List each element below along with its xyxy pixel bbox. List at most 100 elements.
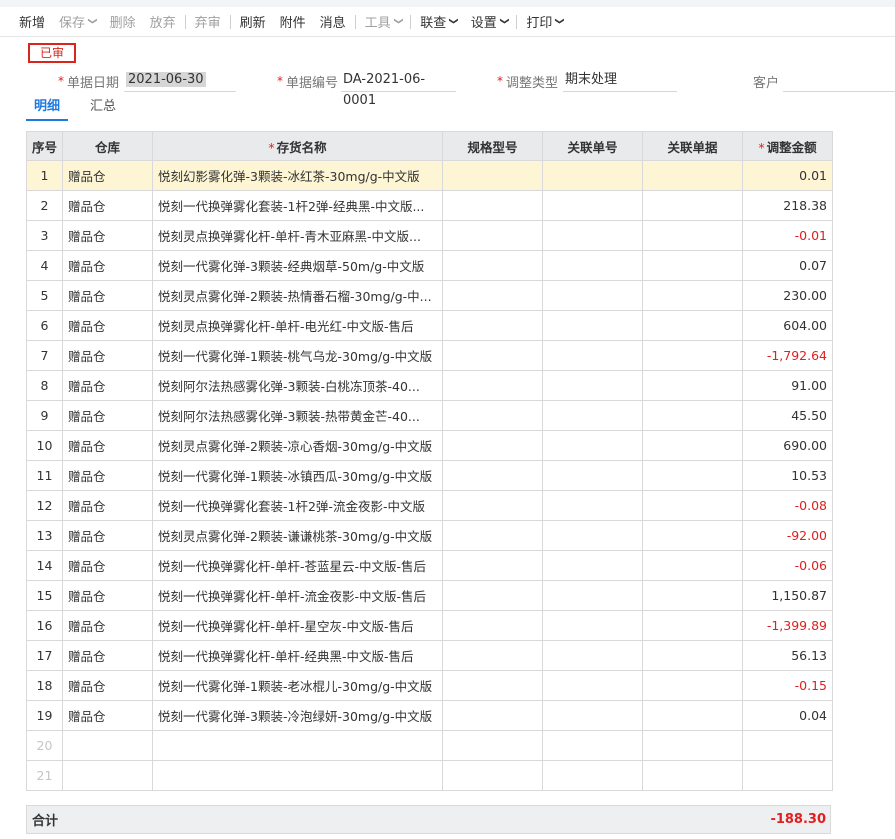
cell-amount[interactable]: -1,399.89 [742,610,834,641]
cell-ref_no[interactable] [542,490,644,521]
cell-ref_no[interactable] [542,400,644,431]
toolbar-button-7[interactable]: 消息 [313,7,353,37]
cell-warehouse[interactable]: 赠品仓 [62,580,154,611]
table-row[interactable]: 1 赠品仓 悦刻幻影雾化弹-3颗装-冰红茶-30mg/g-中文版 0.01 [25,160,834,191]
table-row[interactable]: 13 赠品仓 悦刻灵点雾化弹-2颗装-谦谦桃茶-30mg/g-中文版 -92.00 [25,520,834,551]
column-header[interactable]: * 调整金额 [742,131,834,161]
cell-warehouse[interactable]: 赠品仓 [62,430,154,461]
cell-seq[interactable]: 21 [25,760,64,791]
cell-ref_doc[interactable] [642,580,744,611]
cell-seq[interactable]: 2 [25,190,64,221]
cell-seq[interactable]: 18 [25,670,64,701]
cell-amount[interactable]: 0.01 [742,160,834,191]
cell-ref_no[interactable] [542,430,644,461]
toolbar-button-1[interactable]: 保存 ❯ [52,7,103,37]
cell-ref_doc[interactable] [642,370,744,401]
cell-seq[interactable]: 7 [25,340,64,371]
cell-spec[interactable] [442,490,544,521]
cell-seq[interactable]: 12 [25,490,64,521]
cell-amount[interactable]: 10.53 [742,460,834,491]
cell-amount[interactable]: 1,150.87 [742,580,834,611]
cell-item[interactable]: 悦刻灵点雾化弹-2颗装-热情番石榴-30mg/g-中... [152,280,444,311]
cell-item[interactable]: 悦刻一代换弹雾化套装-1杆2弹-经典黑-中文版... [152,190,444,221]
cell-spec[interactable] [442,670,544,701]
cell-item[interactable]: 悦刻一代换弹雾化套装-1杆2弹-流金夜影-中文版 [152,490,444,521]
cell-seq[interactable]: 1 [25,160,64,191]
cell-amount[interactable]: -0.06 [742,550,834,581]
cell-warehouse[interactable] [62,730,154,761]
cell-seq[interactable]: 8 [25,370,64,401]
cell-seq[interactable]: 6 [25,310,64,341]
tab-1[interactable]: 汇总 [82,97,124,121]
table-row[interactable]: 7 赠品仓 悦刻一代雾化弹-1颗装-桃气乌龙-30mg/g-中文版 -1,792.64 [25,340,834,371]
cell-ref_doc[interactable] [642,670,744,701]
toolbar-button-0[interactable]: 新增 [12,7,52,37]
cell-amount[interactable]: 230.00 [742,280,834,311]
table-row[interactable]: 18 赠品仓 悦刻一代雾化弹-1颗装-老冰棍儿-30mg/g-中文版 -0.15 [25,670,834,701]
cell-ref_doc[interactable] [642,520,744,551]
cell-warehouse[interactable]: 赠品仓 [62,520,154,551]
column-header[interactable]: 仓库 [62,131,154,161]
cell-ref_no[interactable] [542,280,644,311]
cell-spec[interactable] [442,760,544,791]
cell-item[interactable]: 悦刻灵点雾化弹-2颗装-凉心香烟-30mg/g-中文版 [152,430,444,461]
column-header[interactable]: * 存货名称 [152,131,444,161]
type-select[interactable]: 期末处理 [563,69,677,92]
cell-amount[interactable]: -1,792.64 [742,340,834,371]
table-row[interactable]: 11 赠品仓 悦刻一代雾化弹-1颗装-冰镇西瓜-30mg/g-中文版 10.53 [25,460,834,491]
table-row[interactable]: 5 赠品仓 悦刻灵点雾化弹-2颗装-热情番石榴-30mg/g-中... 230.00 [25,280,834,311]
cell-amount[interactable]: -0.15 [742,670,834,701]
cell-ref_no[interactable] [542,460,644,491]
column-header[interactable]: 序号 [25,131,64,161]
table-row[interactable]: 17 赠品仓 悦刻一代换弹雾化杆-单杆-经典黑-中文版-售后 56.13 [25,640,834,671]
cell-ref_no[interactable] [542,340,644,371]
cell-item[interactable]: 悦刻幻影雾化弹-3颗装-冰红茶-30mg/g-中文版 [152,160,444,191]
table-row[interactable]: 10 赠品仓 悦刻灵点雾化弹-2颗装-凉心香烟-30mg/g-中文版 690.00 [25,430,834,461]
cell-spec[interactable] [442,370,544,401]
cell-warehouse[interactable]: 赠品仓 [62,610,154,641]
table-row[interactable]: 16 赠品仓 悦刻一代换弹雾化杆-单杆-星空灰-中文版-售后 -1,399.89 [25,610,834,641]
cell-ref_doc[interactable] [642,460,744,491]
table-row-empty[interactable]: 20 [25,730,834,761]
cell-spec[interactable] [442,280,544,311]
table-row-empty[interactable]: 21 [25,760,834,791]
cell-amount[interactable] [742,730,834,761]
cell-spec[interactable] [442,550,544,581]
cell-ref_doc[interactable] [642,760,744,791]
cell-amount[interactable]: 91.00 [742,370,834,401]
table-row[interactable]: 12 赠品仓 悦刻一代换弹雾化套装-1杆2弹-流金夜影-中文版 -0.08 [25,490,834,521]
cell-ref_doc[interactable] [642,550,744,581]
cell-ref_no[interactable] [542,550,644,581]
cell-warehouse[interactable]: 赠品仓 [62,250,154,281]
cell-ref_no[interactable] [542,610,644,641]
cell-seq[interactable]: 4 [25,250,64,281]
tab-0[interactable]: 明细 [26,97,69,121]
cell-warehouse[interactable]: 赠品仓 [62,700,154,731]
cell-spec[interactable] [442,700,544,731]
cell-item[interactable]: 悦刻灵点换弹雾化杆-单杆-电光红-中文版-售后 [152,310,444,341]
cell-spec[interactable] [442,310,544,341]
table-row[interactable]: 3 赠品仓 悦刻灵点换弹雾化杆-单杆-青木亚麻黑-中文版... -0.01 [25,220,834,251]
cell-ref_doc[interactable] [642,730,744,761]
cell-spec[interactable] [442,400,544,431]
column-header[interactable]: 规格型号 [442,131,544,161]
cell-seq[interactable]: 15 [25,580,64,611]
cell-spec[interactable] [442,250,544,281]
cell-warehouse[interactable]: 赠品仓 [62,340,154,371]
table-row[interactable]: 8 赠品仓 悦刻阿尔法热感雾化弹-3颗装-白桃冻顶茶-40... 91.00 [25,370,834,401]
cell-ref_doc[interactable] [642,610,744,641]
cell-spec[interactable] [442,730,544,761]
cell-warehouse[interactable]: 赠品仓 [62,190,154,221]
toolbar-button-3[interactable]: 放弃 [143,7,183,37]
cell-spec[interactable] [442,460,544,491]
cell-seq[interactable]: 13 [25,520,64,551]
cell-amount[interactable]: 218.38 [742,190,834,221]
cell-ref_doc[interactable] [642,340,744,371]
toolbar-button-2[interactable]: 删除 [103,7,143,37]
table-row[interactable]: 4 赠品仓 悦刻一代雾化弹-3颗装-经典烟草-50m/g-中文版 0.07 [25,250,834,281]
cell-ref_no[interactable] [542,670,644,701]
cell-warehouse[interactable] [62,760,154,791]
date-input[interactable]: 2021-06-30 [124,69,236,92]
cell-item[interactable]: 悦刻灵点雾化弹-2颗装-谦谦桃茶-30mg/g-中文版 [152,520,444,551]
cell-amount[interactable]: -92.00 [742,520,834,551]
